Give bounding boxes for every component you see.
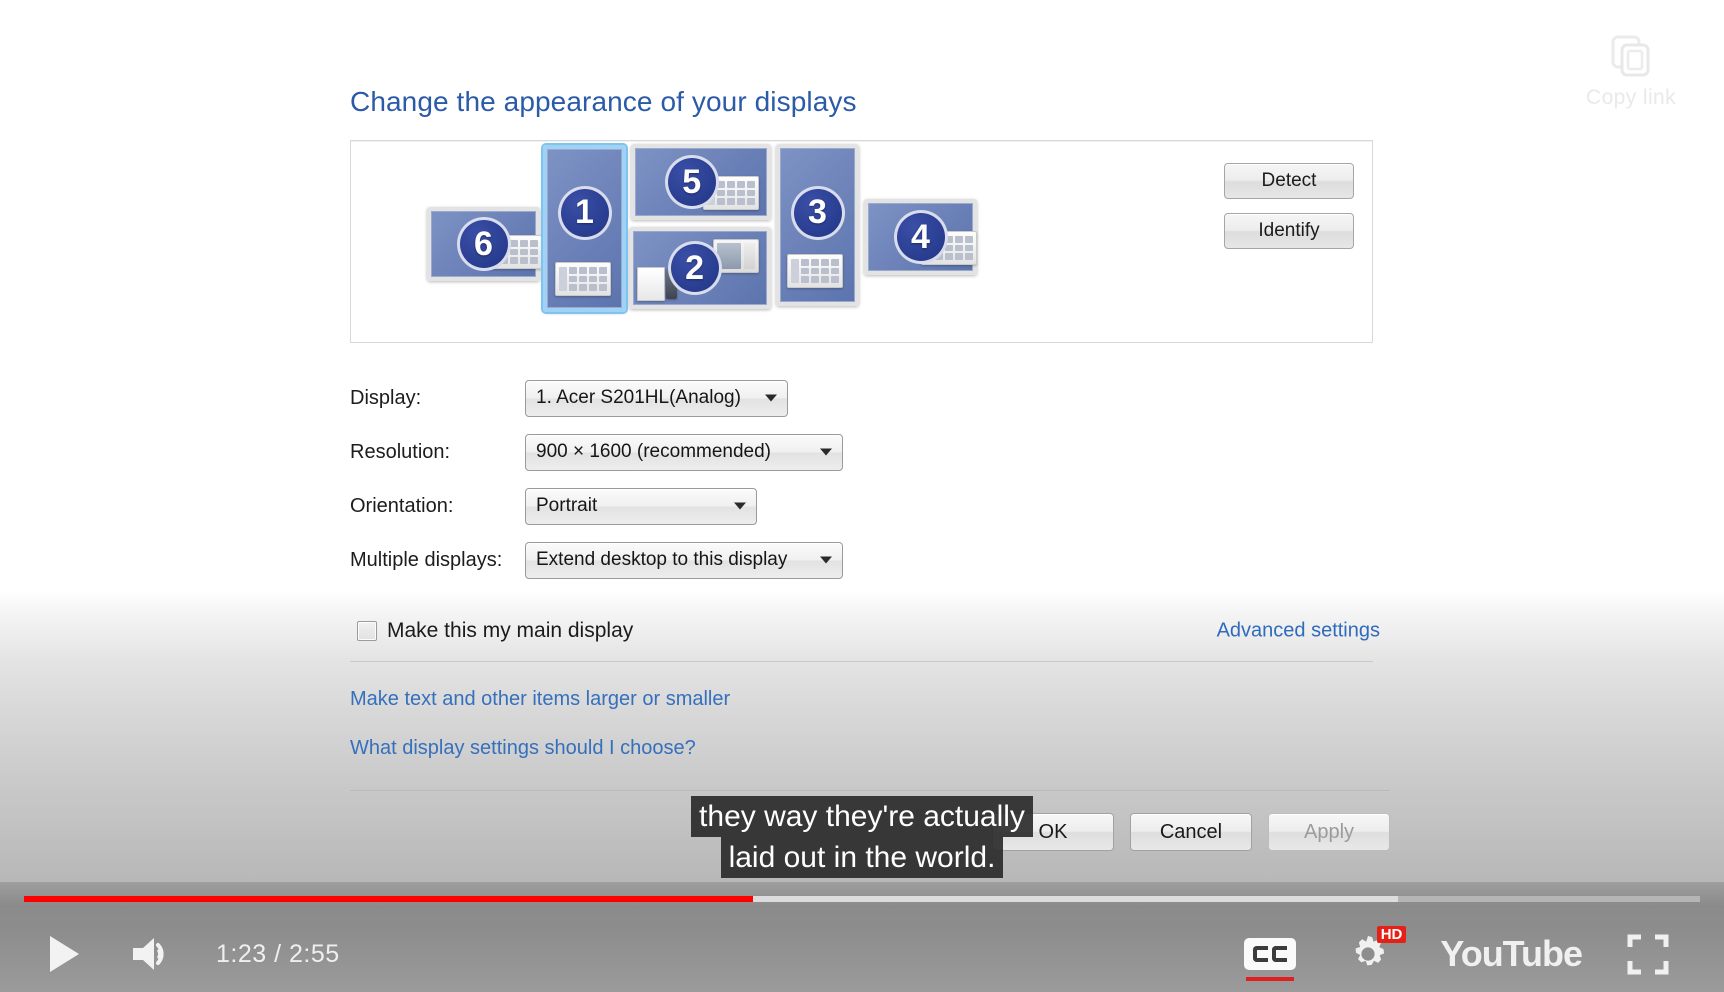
video-player-stage: Copy link Change the appearance of your … bbox=[0, 0, 1724, 992]
volume-icon bbox=[133, 938, 164, 970]
cancel-button[interactable]: Cancel bbox=[1130, 813, 1252, 851]
fullscreen-icon bbox=[1627, 934, 1669, 975]
copy-link-watermark[interactable]: Copy link bbox=[1556, 34, 1706, 110]
resolution-select[interactable]: 900 × 1600 (recommended) bbox=[525, 433, 843, 471]
monitor-tile-1[interactable]: 1 bbox=[543, 145, 626, 312]
display-settings-panel: Change the appearance of your displays 6… bbox=[350, 86, 1390, 851]
orientation-select[interactable]: Portrait bbox=[525, 487, 757, 525]
advanced-settings-link[interactable]: Advanced settings bbox=[1217, 620, 1380, 643]
youtube-logo[interactable]: YouTube bbox=[1440, 933, 1583, 975]
display-select-value: 1. Acer S201HL(Analog) bbox=[536, 387, 741, 408]
page-title: Change the appearance of your displays bbox=[350, 86, 857, 117]
monitor-tile-3[interactable]: 3 bbox=[776, 144, 859, 306]
play-button[interactable] bbox=[44, 932, 84, 976]
monitor-arrangement-preview[interactable]: 6 1 5 2 3 4 Detect Identify bbox=[350, 140, 1373, 343]
progress-bar[interactable] bbox=[24, 896, 1700, 902]
volume-button[interactable] bbox=[130, 932, 176, 976]
identify-button[interactable]: Identify bbox=[1224, 213, 1354, 249]
row-orientation: Orientation: Portrait bbox=[350, 479, 1380, 533]
subtitles-button[interactable] bbox=[1244, 934, 1297, 981]
keyboard-icon bbox=[787, 254, 843, 288]
row-resolution: Resolution: 900 × 1600 (recommended) bbox=[350, 425, 1380, 479]
monitor-number: 2 bbox=[667, 241, 722, 295]
copy-icon bbox=[1611, 35, 1650, 77]
resolution-select-value: 900 × 1600 (recommended) bbox=[536, 441, 772, 462]
text-size-link[interactable]: Make text and other items larger or smal… bbox=[350, 688, 730, 711]
settings-button[interactable]: HD bbox=[1340, 926, 1407, 978]
chevron-down-icon bbox=[820, 556, 832, 564]
monitor-number: 4 bbox=[893, 210, 948, 264]
chevron-down-icon bbox=[820, 448, 832, 456]
play-icon bbox=[50, 936, 79, 972]
display-help-link[interactable]: What display settings should I choose? bbox=[350, 737, 696, 760]
multiple-displays-select-value: Extend desktop to this display bbox=[536, 549, 788, 570]
cc-active-indicator bbox=[1246, 977, 1295, 981]
chevron-down-icon bbox=[765, 394, 777, 402]
monitor-number: 6 bbox=[456, 217, 511, 271]
divider bbox=[350, 661, 1373, 662]
monitor-tile-5[interactable]: 5 bbox=[631, 144, 771, 220]
monitor-number: 5 bbox=[664, 155, 719, 209]
monitor-tile-4[interactable]: 4 bbox=[864, 199, 977, 275]
monitor-number: 1 bbox=[557, 185, 612, 240]
display-settings-form: Display: 1. Acer S201HL(Analog) Resoluti… bbox=[350, 371, 1380, 587]
monitor-tile-6[interactable]: 6 bbox=[427, 207, 542, 281]
copy-link-label: Copy link bbox=[1586, 86, 1676, 109]
preview-side-buttons: Detect Identify bbox=[1224, 163, 1354, 263]
keyboard-icon bbox=[555, 262, 611, 296]
youtube-player-bar: 1:23 / 2:55 HD YouTube bbox=[0, 882, 1724, 992]
player-controls: 1:23 / 2:55 HD YouTube bbox=[0, 916, 1724, 992]
cc-icon bbox=[1244, 938, 1297, 970]
make-main-display-label: Make this my main display bbox=[387, 619, 634, 642]
document-icon bbox=[637, 267, 665, 301]
dialog-buttons: OK Cancel Apply bbox=[350, 813, 1390, 851]
chevron-down-icon bbox=[734, 502, 746, 510]
monitor-tile-2[interactable]: 2 bbox=[629, 227, 771, 309]
multiple-displays-label: Multiple displays: bbox=[350, 548, 503, 571]
orientation-select-value: Portrait bbox=[536, 495, 598, 516]
display-select[interactable]: 1. Acer S201HL(Analog) bbox=[525, 379, 788, 417]
orientation-label: Orientation: bbox=[350, 494, 454, 517]
apply-button: Apply bbox=[1268, 813, 1390, 851]
ok-button[interactable]: OK bbox=[992, 813, 1114, 851]
display-label: Display: bbox=[350, 386, 422, 409]
player-right-controls: HD YouTube bbox=[1244, 926, 1724, 981]
fullscreen-button[interactable] bbox=[1626, 932, 1670, 976]
make-main-display-checkbox[interactable] bbox=[357, 621, 377, 641]
monitor-number: 3 bbox=[790, 185, 845, 240]
resolution-label: Resolution: bbox=[350, 440, 451, 463]
detect-button[interactable]: Detect bbox=[1224, 163, 1354, 199]
main-display-row: Make this my main display Advanced setti… bbox=[350, 611, 1380, 651]
hd-quality-badge: HD bbox=[1376, 926, 1407, 943]
multiple-displays-select[interactable]: Extend desktop to this display bbox=[525, 541, 843, 579]
progress-played bbox=[24, 896, 754, 902]
divider-bottom bbox=[350, 790, 1390, 791]
time-display: 1:23 / 2:55 bbox=[216, 939, 340, 968]
row-display: Display: 1. Acer S201HL(Analog) bbox=[350, 371, 1380, 425]
row-multiple-displays: Multiple displays: Extend desktop to thi… bbox=[350, 533, 1380, 587]
monitor-tiles: 6 1 5 2 3 4 bbox=[351, 141, 1372, 342]
